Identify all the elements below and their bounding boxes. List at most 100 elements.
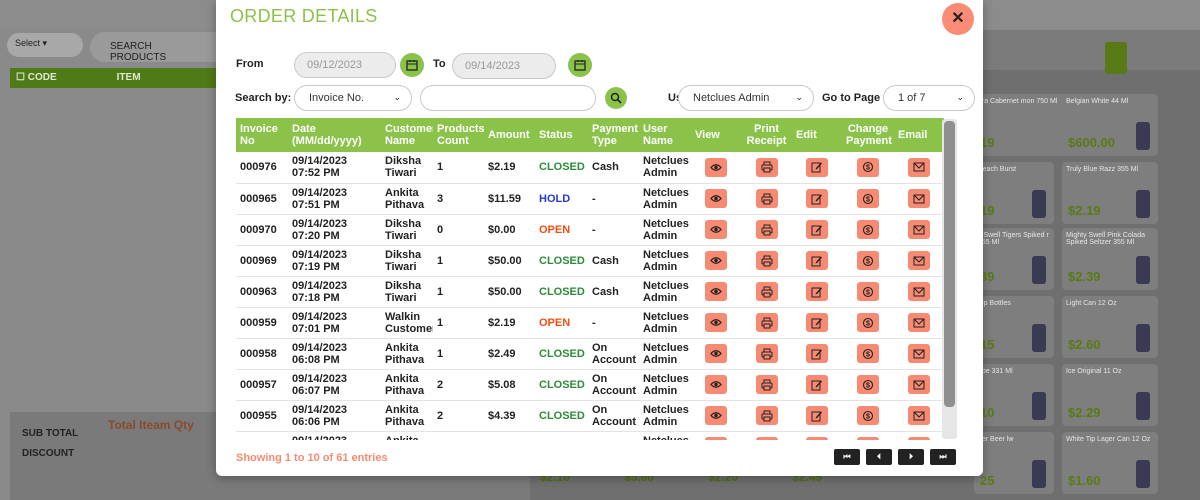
view-button[interactable] — [705, 220, 727, 239]
cell-email — [894, 338, 944, 370]
table-scrollbar[interactable] — [942, 119, 957, 439]
table-row: 000955 09/14/2023 06:06 PM Ankita Pithava 2… — [236, 400, 944, 432]
email-button[interactable] — [908, 375, 930, 394]
tile-name: White Tip Lager Can 12 Oz — [1066, 436, 1151, 443]
cell-change: $ — [842, 245, 894, 277]
product-tile[interactable]: White Tip Lager Can 12 Oz $1.60 — [1062, 432, 1158, 494]
category-select[interactable]: Select ▾ — [7, 33, 83, 57]
search-input[interactable] — [420, 85, 596, 111]
change-button[interactable]: $ — [857, 375, 879, 394]
print-button[interactable] — [755, 375, 778, 394]
view-button[interactable] — [705, 406, 727, 425]
view-button[interactable] — [705, 344, 727, 363]
users-select[interactable]: Netclues Admin ⌄ — [678, 85, 814, 111]
edit-button[interactable] — [806, 282, 828, 301]
product-tile[interactable]: ape 331 Ml 10 — [974, 364, 1054, 426]
product-tile[interactable]: Tip Bottles 15 — [974, 296, 1054, 358]
email-button[interactable] — [908, 251, 930, 270]
print-button[interactable] — [755, 406, 778, 425]
cell-email — [894, 276, 944, 308]
cell-user-name: Netclues Admin — [639, 152, 691, 184]
product-tile[interactable]: ger Beer lw 25 — [974, 432, 1054, 494]
change-button[interactable]: $ — [857, 406, 879, 425]
product-tile[interactable]: Light Can 12 Oz $2.60 — [1062, 296, 1158, 358]
view-button[interactable] — [705, 437, 727, 440]
print-button[interactable] — [755, 437, 778, 440]
product-tile[interactable]: Truly Blue Razz 355 Ml $2.19 — [1062, 162, 1158, 224]
tile-name: Truly Blue Razz 355 Ml — [1066, 166, 1139, 173]
print-button[interactable] — [755, 251, 778, 270]
change-button[interactable]: $ — [857, 282, 879, 301]
search-button[interactable] — [605, 87, 627, 109]
email-button[interactable] — [908, 406, 930, 425]
tile-price: $2.29 — [1068, 405, 1101, 420]
edit-button[interactable] — [806, 313, 828, 332]
change-button[interactable]: $ — [857, 220, 879, 239]
view-button[interactable] — [705, 157, 727, 177]
table-row: 00095409/14/2023 05:35 PMAnkita Pithava1… — [236, 431, 944, 440]
change-button[interactable]: $ — [857, 313, 879, 332]
from-date-field[interactable]: 09/12/2023 — [294, 52, 396, 78]
edit-button[interactable] — [806, 344, 828, 363]
print-button[interactable] — [755, 282, 778, 301]
cell-invoice: 000970 — [236, 214, 288, 246]
to-date-field[interactable]: 09/14/2023 — [452, 53, 556, 79]
view-button[interactable] — [705, 251, 727, 270]
first-page-icon: ⏮ — [843, 452, 851, 461]
search-products-button[interactable]: SEARCH PRODUCTS — [90, 32, 230, 63]
product-tile[interactable]: Mighty Swell Pink Colada Spiked Seltzer … — [1062, 228, 1158, 290]
print-button[interactable] — [755, 157, 778, 177]
change-button[interactable]: $ — [857, 344, 879, 363]
eye-icon — [710, 412, 722, 419]
view-button[interactable] — [705, 189, 727, 208]
product-tile[interactable]: Peach Burst 19 — [974, 162, 1054, 224]
email-button[interactable] — [908, 344, 930, 363]
email-button[interactable] — [908, 313, 930, 332]
edit-button[interactable] — [806, 220, 828, 239]
print-button[interactable] — [755, 313, 778, 332]
first-page-button[interactable]: ⏮ — [834, 449, 860, 465]
sub-total-label: SUB TOTAL — [22, 428, 79, 439]
cell-edit — [792, 214, 842, 246]
cell-status: CLOSED — [535, 369, 588, 401]
email-button[interactable] — [908, 157, 930, 177]
from-calendar-button[interactable] — [400, 53, 424, 77]
next-page-button[interactable]: ⏵ — [898, 449, 924, 465]
email-button[interactable] — [908, 189, 930, 208]
close-button[interactable]: ✕ — [942, 3, 974, 35]
email-button[interactable] — [908, 437, 930, 440]
edit-button[interactable] — [806, 157, 828, 177]
edit-button[interactable] — [806, 375, 828, 394]
can-icon — [1136, 190, 1150, 218]
product-tile[interactable]: y Swell Tigers Spiked r 355 Ml 39 — [974, 228, 1054, 290]
print-button[interactable] — [755, 189, 778, 208]
change-button[interactable]: $ — [857, 157, 879, 177]
view-button[interactable] — [705, 375, 727, 394]
scrollbar-thumb[interactable] — [944, 121, 955, 407]
search-by-select[interactable]: Invoice No. ⌄ — [294, 85, 412, 111]
view-button[interactable] — [705, 282, 727, 301]
product-tile[interactable]: Ice Original 11 Oz $2.29 — [1062, 364, 1158, 426]
change-button[interactable]: $ — [857, 189, 879, 208]
grid-nav-button[interactable] — [1105, 42, 1127, 74]
edit-button[interactable] — [806, 251, 828, 270]
tile-price: $2.60 — [1068, 337, 1101, 352]
view-button[interactable] — [705, 313, 727, 332]
go-to-page-select[interactable]: 1 of 7 ⌄ — [883, 85, 975, 111]
last-page-button[interactable]: ⏭ — [930, 449, 956, 465]
change-button[interactable]: $ — [857, 437, 879, 440]
prev-page-button[interactable]: ⏴ — [866, 449, 892, 465]
to-calendar-button[interactable] — [568, 53, 592, 77]
email-button[interactable] — [908, 220, 930, 239]
change-button[interactable]: $ — [857, 251, 879, 270]
edit-button[interactable] — [806, 406, 828, 425]
email-button[interactable] — [908, 282, 930, 301]
bottle-icon — [1136, 392, 1150, 420]
print-button[interactable] — [755, 344, 778, 363]
print-button[interactable] — [755, 220, 778, 239]
tile-name: era Cabernet mon 750 Ml — [978, 98, 1058, 105]
edit-button[interactable] — [806, 437, 828, 440]
edit-button[interactable] — [806, 189, 828, 208]
eye-icon — [710, 257, 722, 264]
product-tile[interactable]: Belgian White 44 Ml $600.00 — [1062, 94, 1158, 156]
